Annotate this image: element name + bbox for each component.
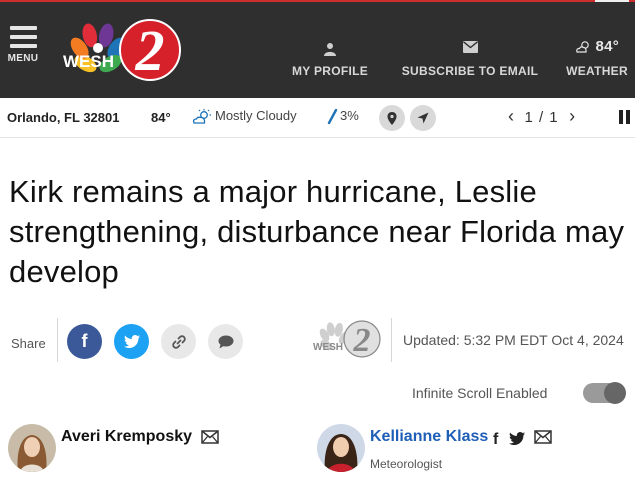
my-profile-link[interactable]: MY PROFILE — [288, 38, 372, 78]
infinite-scroll-row: Infinite Scroll Enabled — [0, 380, 635, 406]
avatar[interactable] — [317, 424, 365, 472]
email-author-icon[interactable] — [534, 430, 552, 449]
updated-timestamp: Updated: 5:32 PM EDT Oct 4, 2024 — [403, 332, 624, 348]
divider — [391, 318, 392, 362]
precipitation: 3% — [326, 108, 359, 125]
avatar[interactable] — [8, 424, 56, 472]
weather-temperature: 84° — [151, 110, 171, 125]
location-arrow-icon — [417, 112, 429, 124]
cloud-sun-icon — [192, 108, 211, 124]
twitter-icon — [123, 335, 140, 348]
twitter-share-button[interactable] — [114, 324, 149, 359]
article-headline: Kirk remains a major hurricane, Leslie s… — [9, 174, 625, 289]
facebook-icon[interactable]: f — [493, 431, 498, 449]
partly-cloudy-icon — [576, 41, 589, 53]
link-icon — [171, 334, 186, 349]
facebook-icon: f — [81, 331, 88, 351]
logo-text: WESH — [63, 52, 114, 71]
weather-summary: 84° — [560, 38, 634, 58]
menu-button[interactable]: MENU — [4, 26, 42, 78]
divider — [57, 318, 58, 362]
subscribe-email-link[interactable]: SUBSCRIBE TO EMAIL — [400, 38, 540, 78]
infinite-scroll-label: Infinite Scroll Enabled — [412, 385, 548, 401]
comment-button[interactable] — [208, 324, 243, 359]
my-profile-label: MY PROFILE — [291, 64, 369, 78]
pause-icon[interactable] — [619, 110, 631, 124]
logo-number: 2 — [135, 18, 165, 83]
wesh-2-logo[interactable]: 2 WESH — [60, 16, 182, 86]
weather-condition: Mostly Cloudy — [192, 108, 297, 125]
copy-link-button[interactable] — [161, 324, 196, 359]
author-name: Averi Kremposky — [61, 428, 193, 445]
map-pin-icon — [387, 111, 397, 125]
envelope-icon — [400, 38, 540, 58]
comment-icon — [218, 335, 233, 348]
menu-label: MENU — [7, 53, 39, 64]
pager-count: 1 / 1 — [524, 109, 559, 126]
chevron-left-icon[interactable]: ‹ — [502, 106, 520, 126]
locate-button[interactable] — [410, 105, 436, 131]
author-averi-kremposky: Averi Kremposky — [8, 424, 268, 478]
infinite-scroll-toggle[interactable] — [583, 382, 626, 404]
subscribe-label: SUBSCRIBE TO EMAIL — [401, 64, 539, 78]
header-temperature: 84° — [595, 38, 620, 55]
raindrop-icon — [327, 108, 338, 124]
email-author-icon[interactable] — [201, 430, 219, 449]
chevron-right-icon[interactable]: › — [563, 106, 581, 126]
weather-bar: Orlando, FL 32801 84° Mostly Cloudy 3% ‹… — [0, 98, 635, 138]
hamburger-icon — [4, 26, 42, 48]
twitter-icon[interactable] — [509, 432, 525, 450]
weather-location[interactable]: Orlando, FL 32801 — [7, 110, 119, 125]
small-logo-number: 2 — [353, 322, 371, 359]
map-pin-button[interactable] — [379, 105, 405, 131]
author-kellianne-klass: Kellianne Klass f Meteorologist — [317, 424, 635, 478]
weather-label: WEATHER — [566, 64, 628, 78]
share-row: Share f 2 WESH Updated: 5:32 PM EDT Oct … — [0, 318, 635, 364]
author-role: Meteorologist — [370, 457, 443, 471]
site-header: MENU 2 WESH MY PROFILE SUBSCRIBE TO EMAI… — [0, 2, 635, 98]
wesh-2-small-logo: 2 WESH — [312, 318, 382, 360]
weather-link[interactable]: 84° WEATHER — [560, 38, 634, 78]
facebook-share-button[interactable]: f — [67, 324, 102, 359]
weather-pager: ‹ 1 / 1 › — [502, 106, 581, 127]
precipitation-text: 3% — [340, 108, 359, 123]
author-name-link[interactable]: Kellianne Klass — [370, 428, 488, 446]
weather-condition-text: Mostly Cloudy — [215, 108, 297, 123]
small-logo-text: WESH — [313, 342, 343, 353]
person-icon — [288, 38, 372, 58]
share-label: Share — [11, 336, 46, 351]
